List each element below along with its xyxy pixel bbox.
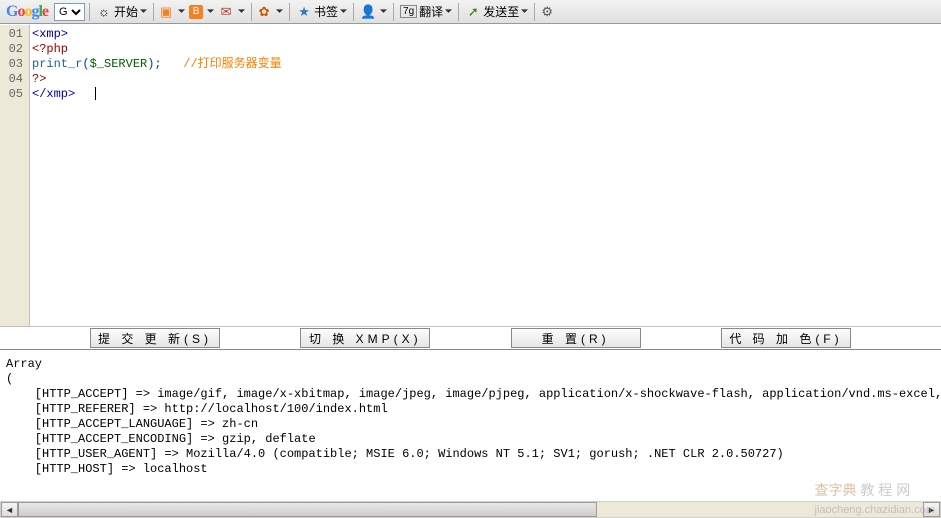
start-label: 开始 — [114, 3, 138, 20]
translate-badge: 7g — [400, 5, 417, 18]
code-token: <?php — [32, 42, 68, 56]
line-number: 04 — [0, 72, 29, 87]
scroll-left-button[interactable]: ◄ — [1, 502, 18, 517]
star-icon: ★ — [296, 4, 312, 20]
code-token: print_r — [32, 57, 82, 71]
chevron-down-icon — [140, 9, 147, 14]
chevron-down-icon — [521, 9, 528, 14]
code-token: ); — [147, 57, 161, 71]
code-area[interactable]: <xmp> <?php print_r($_SERVER); //打印服务器变量… — [30, 25, 941, 326]
separator — [289, 3, 290, 21]
line-gutter: 01 02 03 04 05 — [0, 25, 30, 326]
code-token: $_SERVER — [90, 57, 148, 71]
bookmarks-dropdown[interactable]: ★ 书签 — [294, 3, 349, 20]
send-dropdown[interactable]: ➚ 发送至 — [463, 3, 530, 20]
separator — [458, 3, 459, 21]
separator — [393, 3, 394, 21]
start-dropdown[interactable]: ☼ 开始 — [94, 3, 149, 20]
line-number: 01 — [0, 27, 29, 42]
separator — [251, 3, 252, 21]
mail-icon[interactable]: ✉ — [218, 4, 234, 20]
code-token: </xmp> — [32, 87, 75, 101]
horizontal-scrollbar[interactable]: ◄ ► — [0, 501, 941, 518]
settings-icon[interactable]: ⚙ — [539, 4, 555, 20]
mail-badge-dropdown[interactable] — [236, 9, 247, 14]
chevron-down-icon — [445, 9, 452, 14]
feed-dropdown[interactable] — [176, 9, 187, 14]
blogger-dropdown[interactable] — [205, 9, 216, 14]
login-dropdown[interactable]: 👤 — [358, 4, 389, 20]
code-comment: //打印服务器变量 — [183, 57, 281, 71]
google-logo: Google — [2, 3, 52, 21]
person-icon: 👤 — [360, 4, 376, 20]
translate-dropdown[interactable]: 7g 翻译 — [398, 3, 454, 20]
separator — [153, 3, 154, 21]
browser-toolbar: Google G ☼ 开始 ▣ B ✉ ✿ ★ 书签 👤 7g 翻译 ➚ 发送至 — [0, 0, 941, 24]
scroll-track[interactable] — [18, 502, 923, 517]
blogger-icon[interactable]: B — [189, 5, 203, 19]
line-number: 02 — [0, 42, 29, 57]
code-token: ?> — [32, 72, 46, 86]
code-token: ( — [82, 57, 89, 71]
action-bar: 提 交 更 新(S) 切 换 XMP(X) 重 置(R) 代 码 加 色(F) — [0, 326, 941, 350]
reset-button[interactable]: 重 置(R) — [511, 328, 641, 348]
chevron-down-icon — [238, 9, 245, 14]
output-panel: Array ( [HTTP_ACCEPT] => image/gif, imag… — [0, 350, 941, 518]
plugin-icon[interactable]: ✿ — [256, 4, 272, 20]
line-number: 05 — [0, 87, 29, 102]
chevron-down-icon — [178, 9, 185, 14]
chevron-down-icon — [340, 9, 347, 14]
start-icon: ☼ — [96, 4, 112, 20]
separator — [534, 3, 535, 21]
code-token: <xmp> — [32, 27, 68, 41]
scroll-thumb[interactable] — [18, 502, 597, 517]
translate-label: 翻译 — [419, 3, 443, 20]
chevron-down-icon — [207, 9, 214, 14]
separator — [89, 3, 90, 21]
text-cursor — [95, 87, 96, 100]
line-number: 03 — [0, 57, 29, 72]
plugin-dropdown[interactable] — [274, 9, 285, 14]
bookmarks-label: 书签 — [314, 3, 338, 20]
separator — [353, 3, 354, 21]
submit-button[interactable]: 提 交 更 新(S) — [90, 328, 220, 348]
chevron-down-icon — [380, 9, 387, 14]
google-select[interactable]: G — [54, 3, 85, 21]
feed-icon[interactable]: ▣ — [158, 4, 174, 20]
scroll-right-button[interactable]: ► — [923, 502, 940, 517]
send-label: 发送至 — [483, 3, 519, 20]
colorize-button[interactable]: 代 码 加 色(F) — [721, 328, 851, 348]
send-icon: ➚ — [465, 4, 481, 20]
code-editor: 01 02 03 04 05 <xmp> <?php print_r($_SER… — [0, 24, 941, 326]
toggle-xmp-button[interactable]: 切 换 XMP(X) — [300, 328, 430, 348]
output-text[interactable]: Array ( [HTTP_ACCEPT] => image/gif, imag… — [0, 351, 941, 501]
chevron-down-icon — [276, 9, 283, 14]
